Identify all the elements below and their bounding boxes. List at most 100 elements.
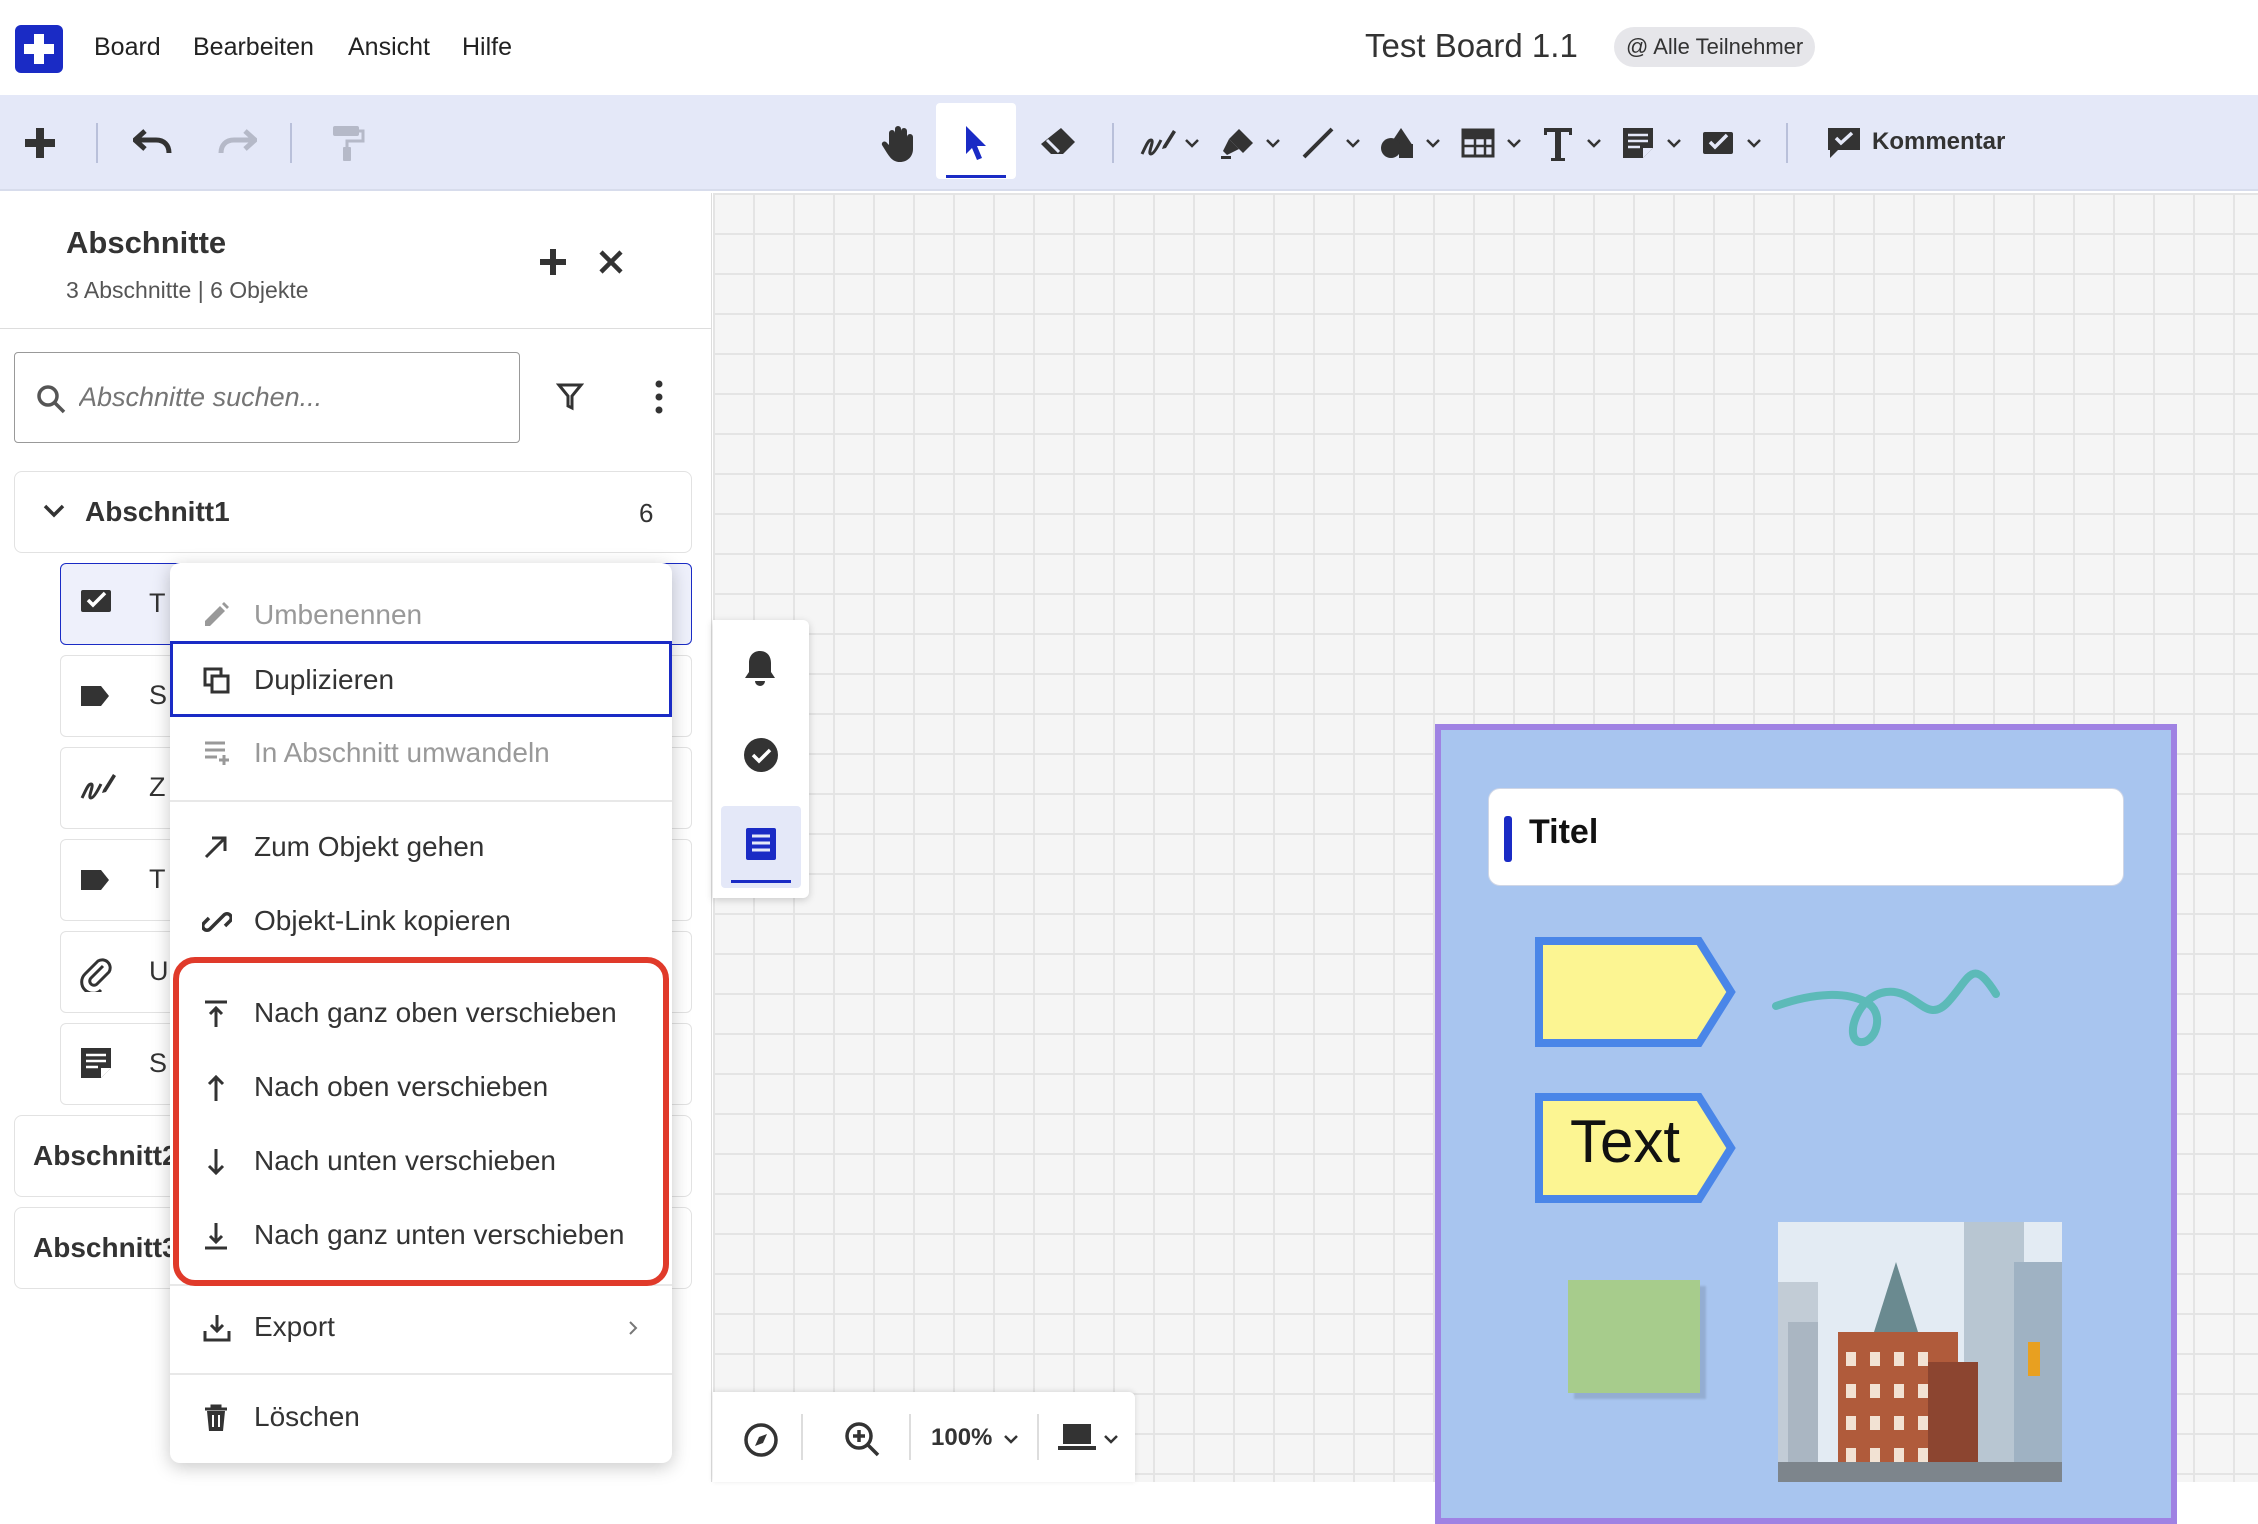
menu-item-move-up[interactable]: Nach oben verschieben: [170, 1051, 672, 1123]
checkbox-card-icon: [81, 590, 111, 612]
menu-item-label: Zum Objekt gehen: [254, 831, 485, 862]
chevron-down-icon: [1507, 139, 1521, 148]
tag-icon: [81, 870, 109, 890]
highlighter-dropdown[interactable]: [1265, 95, 1281, 191]
move-top-icon: [205, 1000, 227, 1027]
plus-icon: [540, 249, 566, 275]
link-icon: [202, 912, 232, 932]
menu-item-move-down[interactable]: Nach unten verschieben: [170, 1125, 672, 1197]
section-name: Abschnitt2: [33, 1140, 178, 1171]
chevron-down-icon: [1346, 139, 1360, 148]
chevron-down-icon: [1667, 139, 1681, 148]
undo-button[interactable]: [128, 95, 178, 191]
filter-button[interactable]: [556, 382, 584, 412]
close-panel-button[interactable]: [598, 249, 624, 275]
canvas-image[interactable]: [1778, 1222, 2062, 1482]
toolbar-divider: [96, 123, 98, 163]
laptop-icon: [1058, 1424, 1096, 1450]
canvas-title-card[interactable]: Titel: [1488, 788, 2124, 886]
compass-icon: [744, 1423, 778, 1457]
tasks-button[interactable]: [742, 736, 780, 774]
board-title[interactable]: Test Board 1.1: [1365, 27, 1578, 65]
task-card-tool-button[interactable]: [1698, 95, 1738, 191]
add-section-button[interactable]: [538, 247, 568, 277]
canvas-tag-empty[interactable]: [1534, 936, 1736, 1048]
format-painter-button[interactable]: [326, 95, 370, 191]
notifications-button[interactable]: [742, 648, 778, 688]
zoom-level-select[interactable]: 100%: [931, 1424, 992, 1452]
canvas-tag-text-label: Text: [1570, 1108, 1681, 1175]
chevron-down-icon: [1426, 139, 1440, 148]
note-icon: [81, 1048, 111, 1078]
menu-board[interactable]: Board: [94, 33, 161, 62]
redo-button[interactable]: [212, 95, 262, 191]
note-icon: [1623, 128, 1653, 158]
line-dropdown[interactable]: [1345, 95, 1361, 191]
menu-hilfe[interactable]: Hilfe: [462, 33, 512, 62]
freehand-dropdown[interactable]: [1184, 95, 1200, 191]
tag-icon: [81, 686, 109, 706]
comment-icon-wrap[interactable]: [1824, 95, 1864, 191]
text-tool-button[interactable]: [1538, 95, 1578, 191]
section-name: Abschnitt3: [33, 1232, 178, 1263]
add-button[interactable]: [16, 95, 64, 191]
canvas-freehand-scribble[interactable]: [1770, 950, 2000, 1050]
menu-item-copy-link[interactable]: Objekt-Link kopieren: [170, 885, 672, 957]
canvas-sticky-note[interactable]: [1568, 1280, 1700, 1393]
shapes-icon: [1381, 128, 1413, 158]
menu-item-go-to-object[interactable]: Zum Objekt gehen: [170, 811, 672, 883]
search-input[interactable]: [79, 377, 499, 417]
sections-panel-toggle[interactable]: [721, 806, 801, 888]
chevron-down-icon: [1185, 139, 1199, 148]
menu-item-label: Nach ganz oben verschieben: [254, 997, 617, 1028]
bell-icon: [745, 651, 775, 686]
task-card-dropdown[interactable]: [1746, 95, 1762, 191]
navigator-button[interactable]: [743, 1422, 779, 1458]
note-dropdown[interactable]: [1666, 95, 1682, 191]
note-tool-button[interactable]: [1618, 95, 1658, 191]
menu-item-move-to-top[interactable]: Nach ganz oben verschieben: [170, 977, 672, 1049]
table-dropdown[interactable]: [1506, 95, 1522, 191]
comment-button[interactable]: Kommentar: [1872, 128, 2005, 156]
object-label: S: [149, 680, 168, 710]
section-item[interactable]: Abschnitt1 6: [14, 471, 692, 553]
object-label: U: [149, 956, 169, 986]
side-tools-panel: [713, 620, 809, 898]
hand-tool-button[interactable]: [876, 95, 924, 191]
zoom-in-button[interactable]: [843, 1420, 881, 1458]
close-icon: [599, 250, 623, 274]
freehand-tool-button[interactable]: [1138, 95, 1178, 191]
plus-icon: [25, 128, 55, 158]
convert-section-icon: [205, 741, 229, 765]
menu-item-delete[interactable]: Löschen: [170, 1381, 672, 1453]
section-search[interactable]: [14, 352, 520, 443]
shapes-dropdown[interactable]: [1425, 95, 1441, 191]
highlighter-tool-button[interactable]: [1218, 95, 1258, 191]
object-label: T: [149, 864, 166, 894]
menu-item-move-to-bottom[interactable]: Nach ganz unten verschieben: [170, 1199, 672, 1271]
text-dropdown[interactable]: [1586, 95, 1602, 191]
menu-item-label: Nach ganz unten verschieben: [254, 1219, 625, 1250]
menu-ansicht[interactable]: Ansicht: [348, 33, 430, 62]
app-logo[interactable]: [15, 25, 63, 73]
filter-icon: [556, 383, 584, 411]
participants-badge[interactable]: @ Alle Teilnehmer: [1614, 27, 1816, 67]
eraser-tool-button[interactable]: [1036, 95, 1080, 191]
menu-item-export[interactable]: Export: [170, 1291, 672, 1363]
menu-item-label: Löschen: [254, 1401, 360, 1432]
chevron-down-icon: [1747, 139, 1761, 148]
menu-item-convert-section[interactable]: In Abschnitt umwandeln: [170, 717, 672, 789]
line-tool-button[interactable]: [1298, 95, 1338, 191]
device-view-button[interactable]: [1057, 1422, 1097, 1452]
trash-icon: [205, 1404, 227, 1431]
chevron-right-icon: [629, 1321, 638, 1335]
chevron-down-icon: [1004, 1435, 1018, 1444]
table-tool-button[interactable]: [1458, 95, 1498, 191]
menu-item-label: Export: [254, 1311, 335, 1342]
arrow-diagonal-icon: [204, 836, 227, 859]
menu-bearbeiten[interactable]: Bearbeiten: [193, 33, 314, 62]
menu-item-duplicate[interactable]: Duplizieren: [170, 641, 672, 717]
shapes-tool-button[interactable]: [1378, 95, 1418, 191]
menu-bar: Board Bearbeiten Ansicht Hilfe Test Boar…: [0, 0, 2258, 95]
more-options-button[interactable]: [651, 380, 667, 414]
